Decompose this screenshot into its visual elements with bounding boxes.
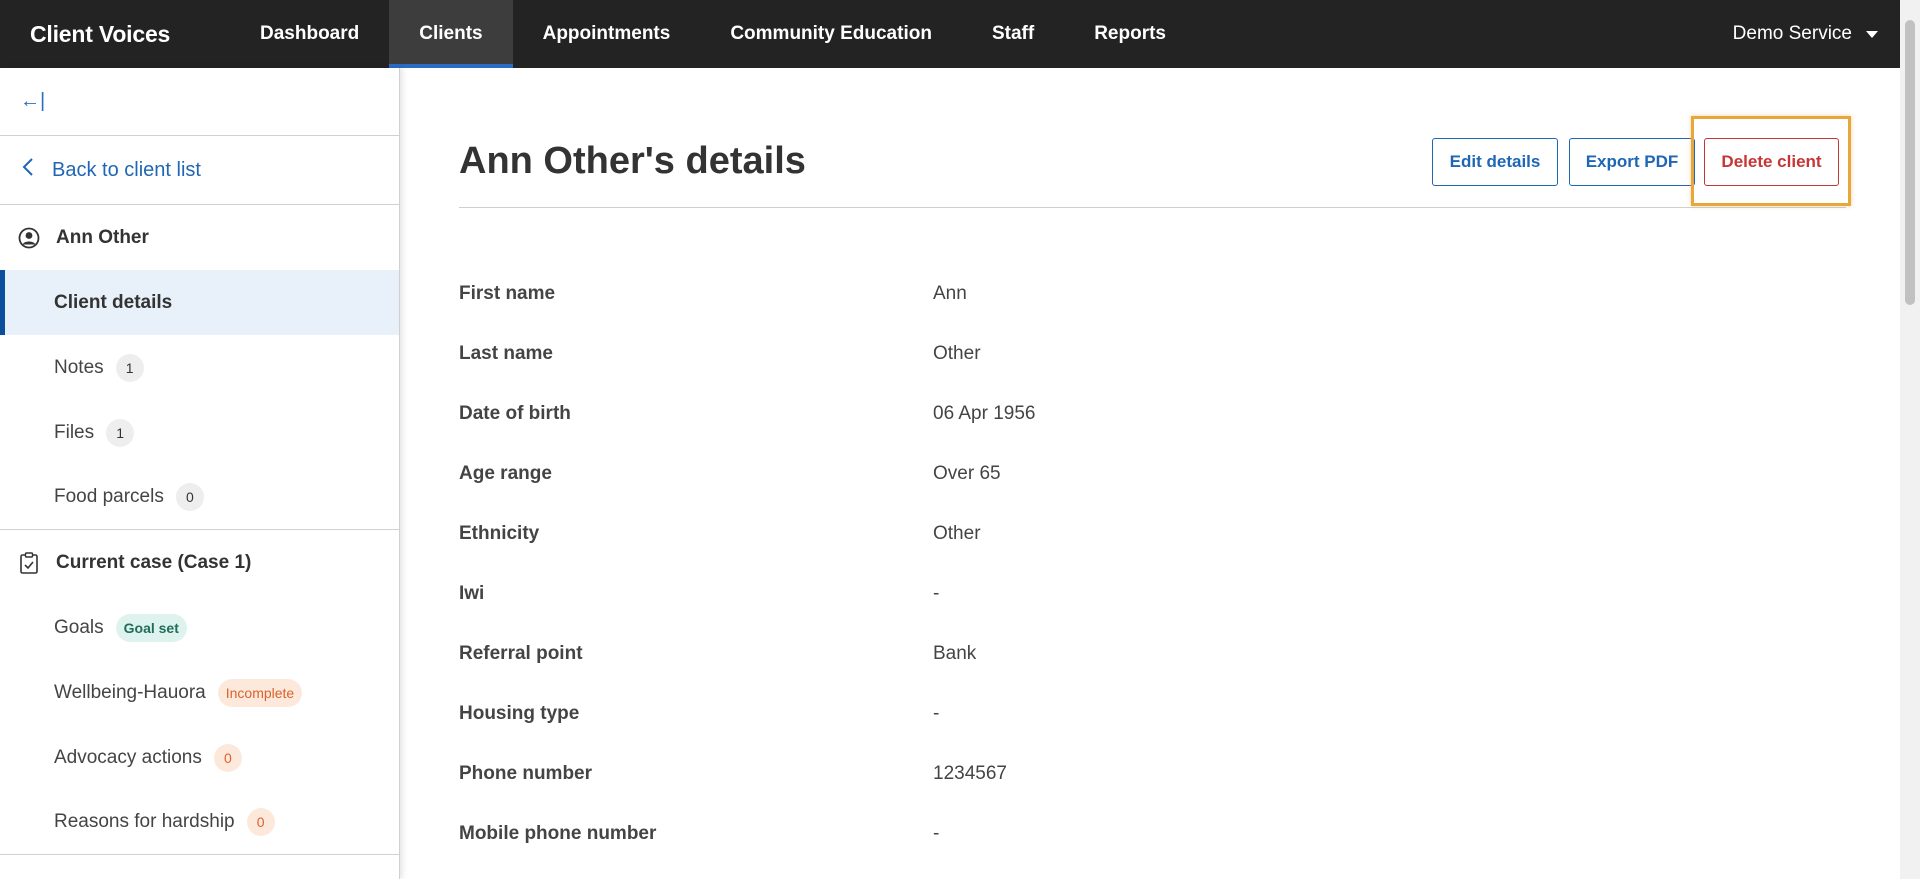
- sidebar-item-files[interactable]: Files 1: [0, 400, 399, 465]
- field-row: Ethnicity Other: [459, 514, 1759, 554]
- sidebar-item-label: Advocacy actions: [54, 746, 202, 768]
- nav-appointments[interactable]: Appointments: [513, 0, 701, 68]
- page-title: Ann Other's details: [459, 140, 806, 182]
- status-badge: Incomplete: [217, 678, 303, 707]
- field-label: Date of birth: [459, 403, 571, 424]
- nav-reports[interactable]: Reports: [1064, 0, 1196, 68]
- service-dropdown[interactable]: Demo Service: [1733, 23, 1900, 45]
- field-label: Referral point: [459, 643, 583, 664]
- field-label: Housing type: [459, 703, 580, 724]
- field-label: Phone number: [459, 763, 593, 784]
- field-row: Mobile phone number -: [459, 814, 1759, 854]
- caret-down-icon: [1866, 30, 1878, 38]
- collapse-left-icon: ←|: [20, 90, 46, 112]
- edit-details-button[interactable]: Edit details: [1432, 138, 1558, 186]
- count-badge: 1: [115, 353, 144, 382]
- scrollbar-thumb[interactable]: [1905, 20, 1915, 305]
- field-label: Age range: [459, 463, 552, 484]
- back-to-client-list-link[interactable]: Back to client list: [0, 136, 399, 205]
- sidebar-item-food-parcels[interactable]: Food parcels 0: [0, 465, 399, 530]
- field-value: Ann: [933, 283, 967, 304]
- sidebar-item-notes[interactable]: Notes 1: [0, 335, 399, 400]
- client-name: Ann Other: [56, 226, 149, 248]
- field-row: Date of birth 06 Apr 1956: [459, 394, 1759, 434]
- sidebar-collapse-button[interactable]: ←|: [0, 68, 399, 136]
- field-value: -: [933, 583, 940, 604]
- field-value: -: [933, 703, 940, 724]
- sidebar-item-advocacy-actions[interactable]: Advocacy actions 0: [0, 725, 399, 790]
- field-value: Over 65: [933, 463, 1001, 484]
- sidebar-item-label: Wellbeing-Hauora: [54, 681, 206, 703]
- field-value: -: [933, 823, 940, 844]
- sidebar-item-label: Food parcels: [54, 486, 164, 507]
- nav-clients[interactable]: Clients: [389, 0, 513, 68]
- field-label: Ethnicity: [459, 523, 540, 544]
- sidebar-item-label: Files: [54, 421, 95, 443]
- count-badge: 1: [106, 418, 135, 447]
- field-label: First name: [459, 283, 556, 304]
- back-label: Back to client list: [52, 158, 201, 181]
- export-pdf-button[interactable]: Export PDF: [1569, 138, 1695, 186]
- field-value: Other: [933, 343, 981, 364]
- nav-community-education[interactable]: Community Education: [700, 0, 962, 68]
- brand-logo[interactable]: Client Voices: [0, 21, 230, 48]
- count-badge: 0: [175, 483, 204, 511]
- sidebar: ←| Back to client list Ann Other Client …: [0, 68, 400, 879]
- field-label: Last name: [459, 343, 553, 364]
- delete-client-button[interactable]: Delete client: [1704, 138, 1839, 186]
- field-label: Iwi: [459, 583, 485, 604]
- case-title: Current case (Case 1): [56, 551, 252, 573]
- client-section-heading: Ann Other: [0, 205, 399, 270]
- field-row: Housing type -: [459, 694, 1759, 734]
- sidebar-item-goals[interactable]: Goals Goal set: [0, 595, 399, 660]
- nav-dashboard[interactable]: Dashboard: [230, 0, 389, 68]
- case-section-heading: Current case (Case 1): [0, 530, 399, 595]
- field-row: Iwi -: [459, 574, 1759, 614]
- sidebar-item-label: Client details: [54, 291, 173, 313]
- sidebar-item-label: Notes: [54, 356, 104, 378]
- clipboard-check-icon: [18, 551, 40, 574]
- page-scrollbar[interactable]: [1900, 0, 1920, 879]
- field-row: Referral point Bank: [459, 634, 1759, 674]
- field-value: 1234567: [933, 763, 1007, 784]
- status-badge: Goal set: [115, 613, 187, 642]
- count-badge: 0: [246, 808, 275, 836]
- user-circle-icon: [18, 227, 40, 249]
- field-row: Last name Other: [459, 334, 1759, 374]
- field-label: Mobile phone number: [459, 823, 657, 844]
- count-badge: 0: [213, 743, 242, 772]
- field-row: Phone number 1234567: [459, 754, 1759, 794]
- sidebar-item-reasons-for-hardship[interactable]: Reasons for hardship 0: [0, 790, 399, 855]
- top-nav: Client Voices Dashboard Clients Appointm…: [0, 0, 1900, 68]
- field-value: Other: [933, 523, 981, 544]
- sidebar-item-client-details[interactable]: Client details: [0, 270, 399, 335]
- sidebar-item-wellbeing-hauora[interactable]: Wellbeing-Hauora Incomplete: [0, 660, 399, 725]
- field-value: Bank: [933, 643, 977, 664]
- field-row: First name Ann: [459, 274, 1759, 314]
- service-label: Demo Service: [1732, 23, 1852, 44]
- sidebar-item-label: Goals: [54, 616, 104, 638]
- field-value: 06 Apr 1956: [933, 403, 1036, 424]
- sidebar-item-label: Reasons for hardship: [54, 811, 235, 832]
- field-row: Age range Over 65: [459, 454, 1759, 494]
- chevron-left-icon: [22, 157, 34, 183]
- nav-staff[interactable]: Staff: [962, 0, 1064, 68]
